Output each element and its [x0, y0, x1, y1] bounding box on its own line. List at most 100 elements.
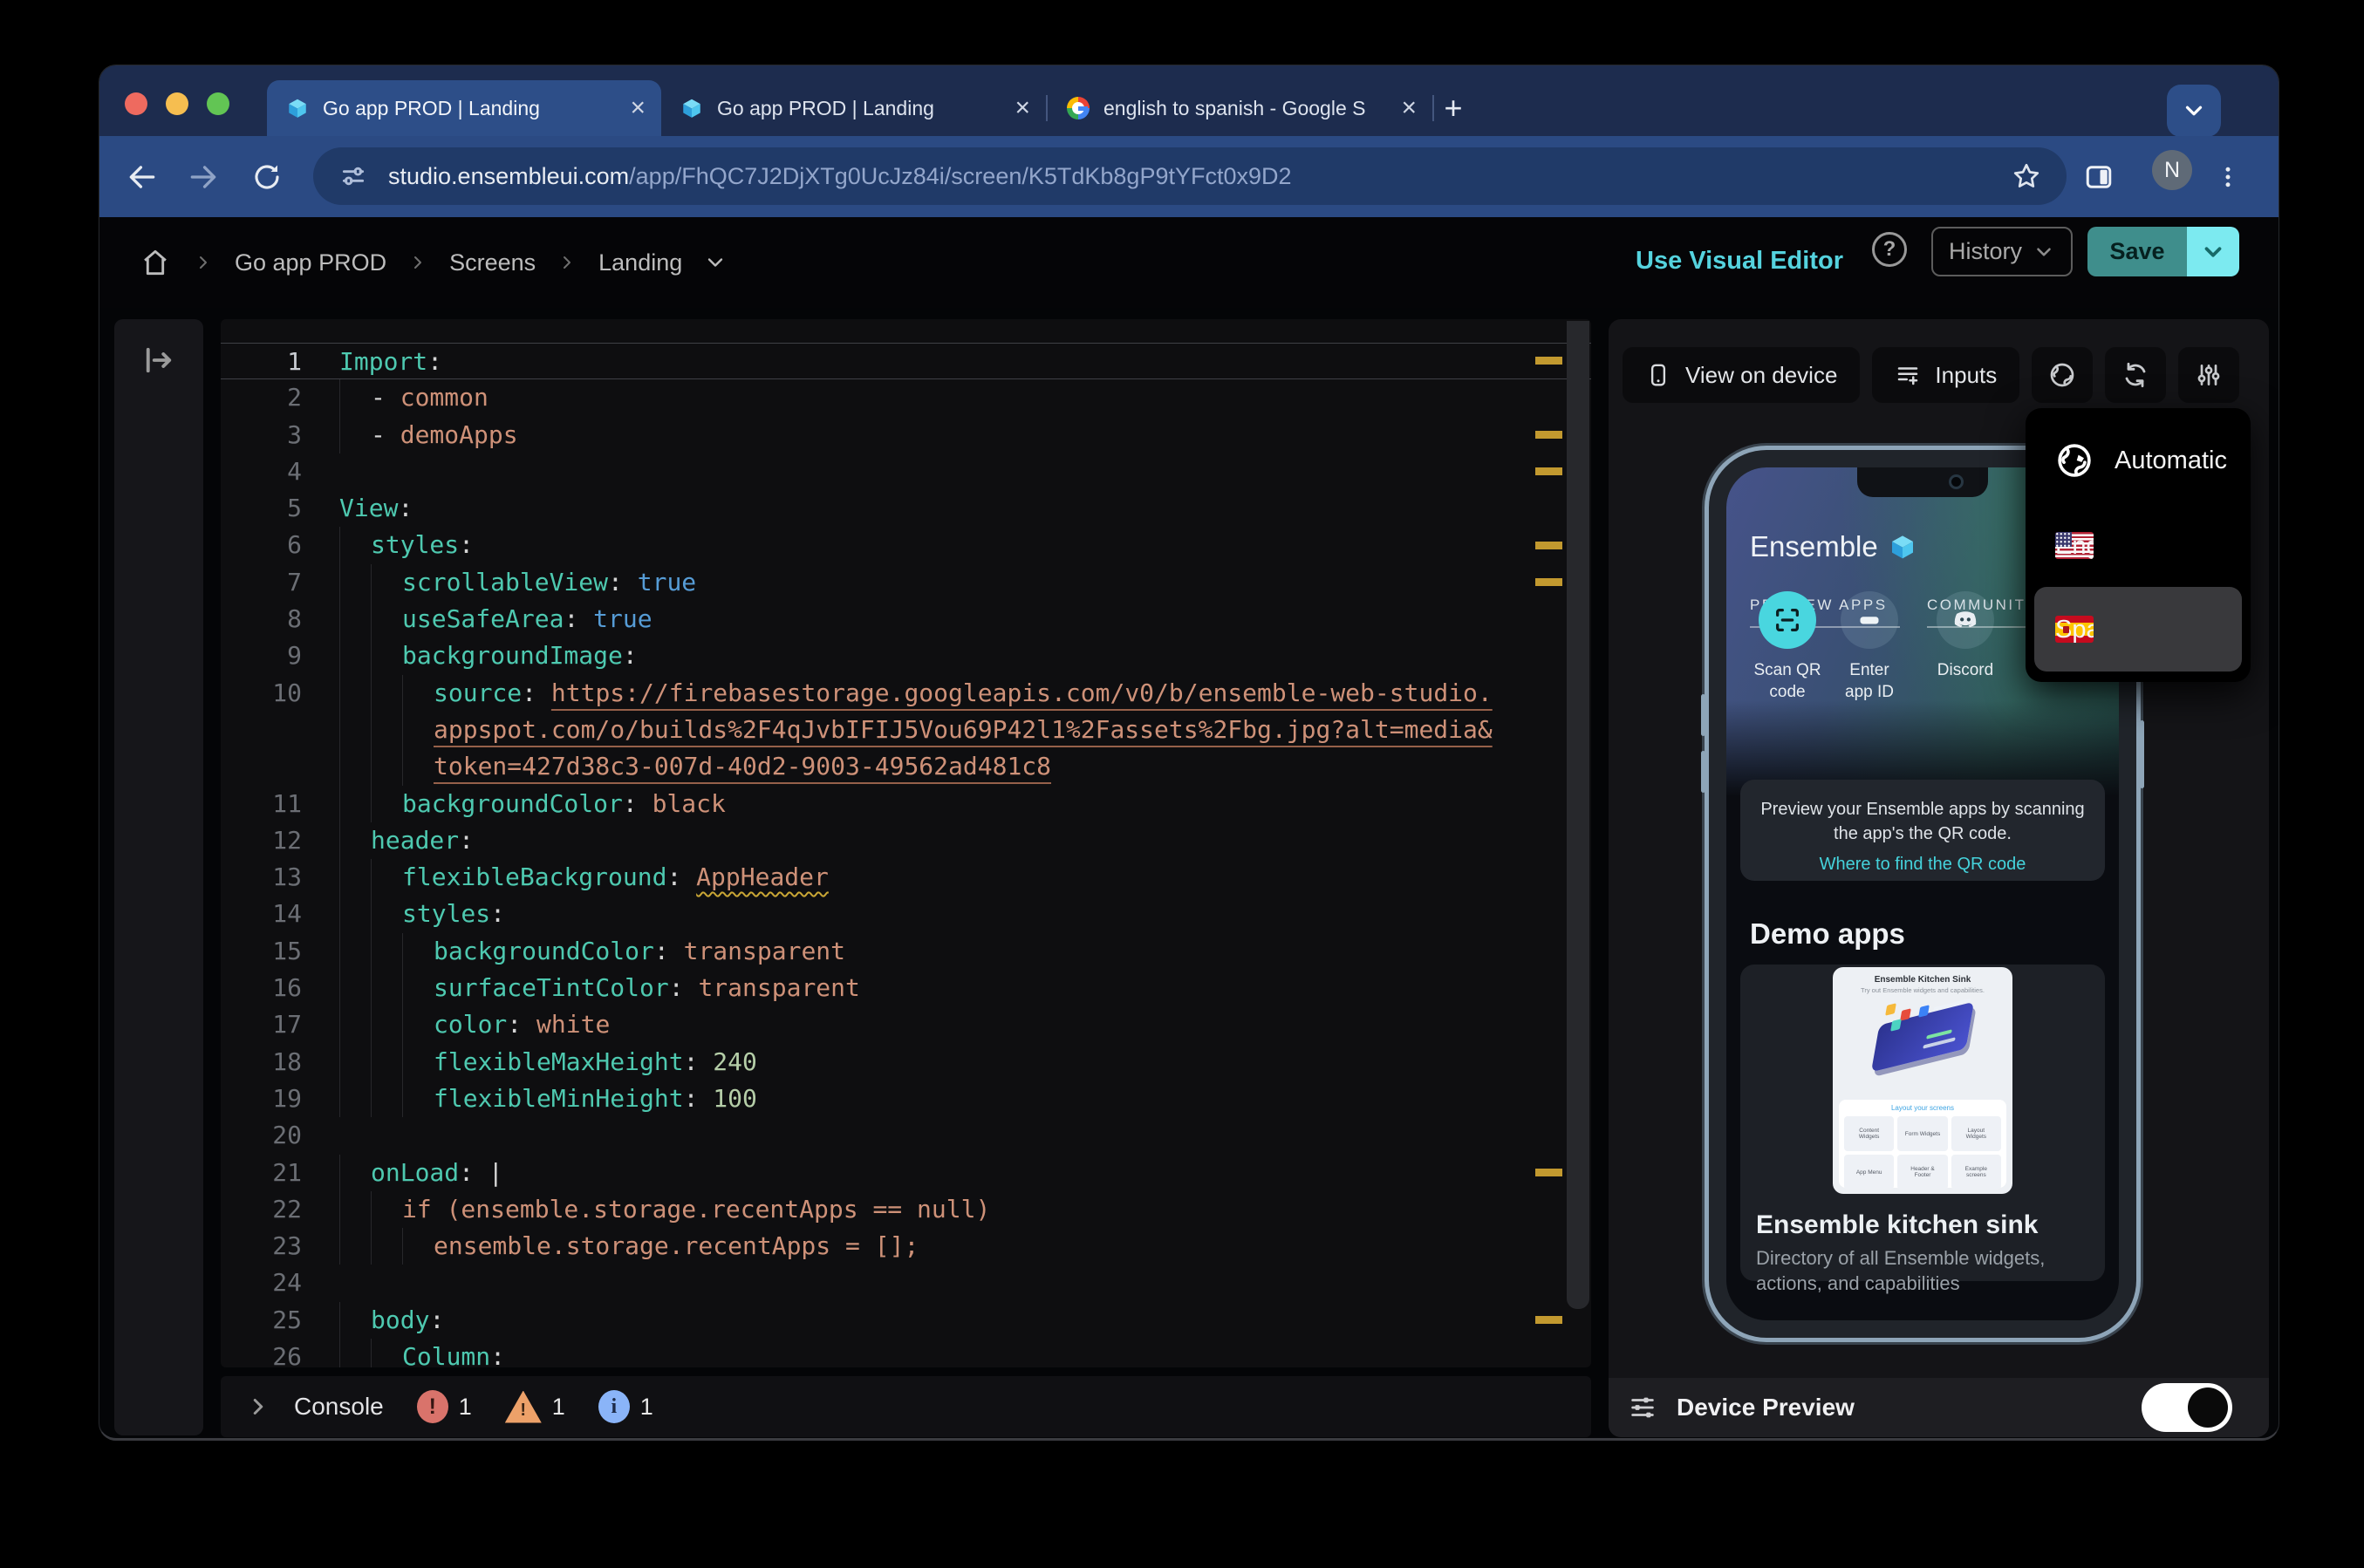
window-controls[interactable]	[125, 92, 229, 115]
warning-marker	[1535, 1316, 1562, 1324]
code-line[interactable]: 13flexibleBackground: AppHeader	[221, 859, 1591, 896]
language-option-spanish[interactable]: Spanish	[2034, 587, 2242, 672]
code-line[interactable]: 4	[221, 453, 1591, 490]
profile-avatar[interactable]: N	[2152, 150, 2192, 190]
browser-menu-button[interactable]	[2210, 160, 2245, 194]
breadcrumb-item[interactable]: Landing	[598, 249, 682, 276]
code-line[interactable]: 10source: https://firebasestorage.google…	[221, 675, 1591, 712]
save-dropdown-button[interactable]	[2187, 227, 2239, 276]
bookmark-button[interactable]	[2011, 160, 2042, 192]
preview-settings-button[interactable]	[2178, 347, 2239, 403]
code-line[interactable]: appspot.com/o/builds%2F4qJvbIFIJ5Vou69P4…	[221, 712, 1591, 748]
code-line[interactable]: 5View:	[221, 490, 1591, 527]
code-line[interactable]: 21onLoad: |	[221, 1155, 1591, 1191]
browser-tab[interactable]: english to spanish - Google S ×	[1048, 80, 1432, 136]
code-line[interactable]: 20	[221, 1117, 1591, 1154]
qr-card-text: the app's the QR code.	[1740, 821, 2105, 846]
view-on-device-label: View on device	[1685, 362, 1837, 389]
address-bar[interactable]: studio.ensembleui.com/app/FhQC7J2DjXTg0U…	[313, 147, 2067, 205]
device-preview-bar: Device Preview	[1609, 1378, 2269, 1437]
screenshot-subtitle: Try out Ensemble widgets and capabilitie…	[1833, 986, 2012, 994]
code-line[interactable]: 8useSafeArea: true	[221, 601, 1591, 637]
url-path: /app/FhQC7J2DjXTg0UcJz84i/screen/K5TdKb8…	[629, 163, 1291, 189]
site-settings-icon[interactable]	[339, 162, 367, 190]
code-line[interactable]: 11backgroundColor: black	[221, 786, 1591, 822]
code-line[interactable]: 7scrollableView: true	[221, 564, 1591, 601]
view-on-device-button[interactable]: View on device	[1623, 347, 1860, 403]
help-button[interactable]: ?	[1872, 232, 1907, 267]
qr-card-link[interactable]: Where to find the QR code	[1740, 855, 2105, 875]
widget-tile: Layout Widgets	[1951, 1116, 2001, 1151]
power-button	[2140, 720, 2144, 788]
breadcrumb-item[interactable]: Screens	[449, 249, 536, 276]
history-button[interactable]: History	[1931, 227, 2073, 276]
code-line[interactable]: 2- common	[221, 379, 1591, 416]
code-line[interactable]: 3- demoApps	[221, 417, 1591, 453]
widget-tile: Example screens	[1951, 1155, 2001, 1190]
use-visual-editor-link[interactable]: Use Visual Editor	[1636, 247, 1843, 276]
code-line[interactable]: 22if (ensemble.storage.recentApps == nul…	[221, 1191, 1591, 1228]
open-panel-button[interactable]	[140, 342, 177, 378]
screenshot-link: Layout your screens	[1839, 1104, 2006, 1112]
code-line[interactable]: 16surfaceTintColor: transparent	[221, 970, 1591, 1006]
minimize-window-button[interactable]	[166, 92, 188, 115]
inputs-button[interactable]: Inputs	[1872, 347, 2019, 403]
new-tab-button[interactable]: +	[1434, 89, 1472, 127]
line-number: 3	[221, 417, 302, 453]
tab-close-icon[interactable]: ×	[630, 95, 646, 121]
home-icon[interactable]	[139, 246, 172, 279]
language-button[interactable]	[2032, 347, 2093, 403]
shortcut-scan-qr-code[interactable]: Scan QR code	[1746, 591, 1829, 703]
browser-tab[interactable]: Go app PROD | Landing×	[661, 80, 1046, 136]
shortcut-enter-app-id[interactable]: Enter app ID	[1828, 591, 1911, 703]
browser-tab[interactable]: Go app PROD | Landing×	[267, 80, 661, 136]
code-line[interactable]: 25body:	[221, 1302, 1591, 1339]
split-view-button[interactable]	[2081, 160, 2116, 194]
code-line[interactable]: 1Import:	[221, 343, 1591, 379]
device-preview-toggle[interactable]	[2142, 1383, 2232, 1432]
code-line[interactable]: 9backgroundImage:	[221, 637, 1591, 674]
back-button[interactable]	[125, 160, 160, 194]
ensemble-favicon	[286, 97, 309, 119]
forward-icon	[187, 160, 220, 194]
language-option-automatic[interactable]: Automatic	[2034, 419, 2242, 503]
editor-scrollbar[interactable]	[1567, 321, 1589, 1309]
zoom-window-button[interactable]	[207, 92, 229, 115]
code-line[interactable]: 17color: white	[221, 1006, 1591, 1043]
language-option-english[interactable]: English	[2034, 503, 2242, 588]
code-line[interactable]: 14styles:	[221, 896, 1591, 932]
line-number: 8	[221, 601, 302, 637]
tab-close-icon[interactable]: ×	[1015, 95, 1030, 121]
code-line[interactable]: 6styles:	[221, 527, 1591, 563]
demo-app-card[interactable]: Ensemble Kitchen Sink Try out Ensemble w…	[1740, 965, 2105, 1281]
code-line[interactable]: 19flexibleMinHeight: 100	[221, 1081, 1591, 1117]
code-line[interactable]: 15backgroundColor: transparent	[221, 933, 1591, 970]
breadcrumb-item[interactable]: Go app PROD	[235, 249, 386, 276]
console-warnings[interactable]: !1	[505, 1391, 565, 1423]
code-line[interactable]: 18flexibleMaxHeight: 240	[221, 1044, 1591, 1081]
console-infos[interactable]: i1	[598, 1390, 653, 1423]
console-errors[interactable]: !1	[417, 1390, 472, 1423]
demo-card-title: Ensemble kitchen sink	[1756, 1210, 2038, 1240]
volume-button	[1701, 751, 1705, 793]
code-line[interactable]: 12header:	[221, 822, 1591, 859]
chevron-down-icon[interactable]	[703, 250, 728, 275]
console-bar[interactable]: Console !1 !1 i1	[221, 1376, 1591, 1437]
refresh-preview-button[interactable]	[2105, 347, 2166, 403]
expand-console-icon[interactable]	[245, 1394, 271, 1420]
tab-close-icon[interactable]: ×	[1401, 95, 1417, 121]
code-line[interactable]: token=427d38c3-007d-40d2-9003-49562ad481…	[221, 748, 1591, 785]
code-line[interactable]: 24	[221, 1265, 1591, 1301]
console-label: Console	[294, 1393, 384, 1421]
tab-title: english to spanish - Google S	[1103, 97, 1387, 120]
save-button[interactable]: Save	[2087, 227, 2187, 276]
code-line[interactable]: 26Column:	[221, 1339, 1591, 1367]
code-line[interactable]: 23ensemble.storage.recentApps = [];	[221, 1228, 1591, 1265]
url-text[interactable]: studio.ensembleui.com/app/FhQC7J2DjXTg0U…	[388, 163, 1292, 190]
code-editor[interactable]: 1Import:2- common3- demoApps45View:6styl…	[221, 319, 1591, 1367]
shortcut-discord[interactable]: Discord	[1923, 591, 2007, 681]
reload-button[interactable]	[249, 160, 284, 194]
tab-search-button[interactable]	[2167, 85, 2221, 137]
forward-button[interactable]	[186, 160, 221, 194]
close-window-button[interactable]	[125, 92, 147, 115]
